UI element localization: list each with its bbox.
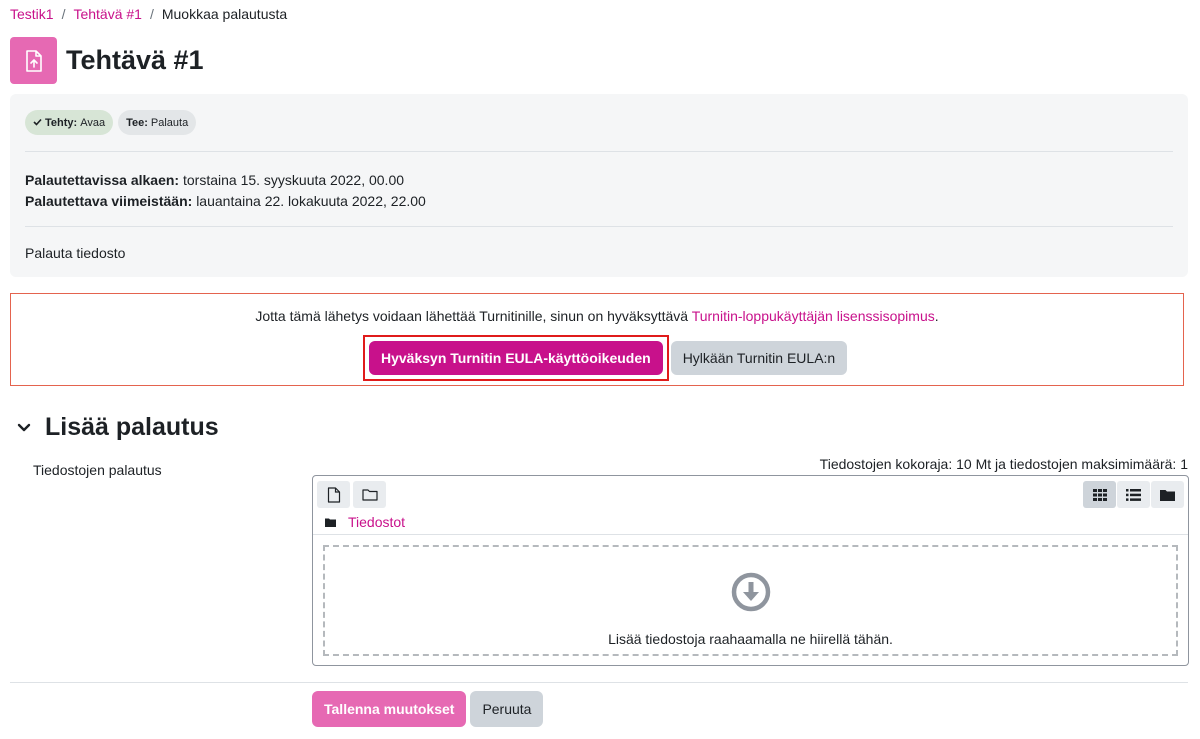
file-limits: Tiedostojen kokoraja: 10 Mt ja tiedostoj… [819, 456, 1188, 472]
tree-view-icon[interactable] [1151, 481, 1184, 508]
eula-link[interactable]: Turnitin-loppukäyttäjän lisenssisopimus [692, 308, 935, 324]
file-manager: Tiedostot Lisää tiedostoja raahaamalla n… [312, 475, 1189, 666]
file-submissions-label: Tiedostojen palautus [33, 462, 162, 478]
decline-eula-button[interactable]: Hylkään Turnitin EULA:n [670, 341, 848, 375]
badge-value: Palauta [150, 116, 189, 129]
completion-badge-viewed: Tehty: Avaa [25, 110, 114, 135]
eula-buttons: Hyväksyn Turnitin EULA-käyttöoikeuden Hy… [363, 335, 848, 381]
create-folder-icon[interactable] [353, 481, 386, 508]
activity-description: Palauta tiedosto [25, 245, 126, 261]
check-icon [33, 117, 42, 129]
breadcrumb-current: Muokkaa palautusta [161, 6, 288, 22]
chevron-down-icon[interactable] [17, 420, 31, 436]
cancel-button[interactable]: Peruuta [470, 691, 544, 727]
divider [25, 226, 1173, 227]
divider [25, 151, 1173, 152]
due-date: Palautettava viimeistään: lauantaina 22.… [25, 191, 426, 212]
eula-message-suffix: . [934, 308, 939, 324]
folder-icon [325, 514, 336, 530]
activity-dates: Palautettavissa alkaen: torstaina 15. sy… [25, 170, 426, 212]
view-switcher [1083, 481, 1184, 508]
badge-value: Avaa [80, 116, 106, 129]
open-date: Palautettavissa alkaen: torstaina 15. sy… [25, 170, 426, 191]
breadcrumb-assignment-link[interactable]: Tehtävä #1 [73, 6, 142, 22]
list-view-icon[interactable] [1117, 481, 1150, 508]
turnitin-eula-box: Jotta tämä lähetys voidaan lähettää Turn… [10, 293, 1184, 386]
accept-highlight: Hyväksyn Turnitin EULA-käyttöoikeuden [363, 335, 669, 381]
activity-information: Tehty: Avaa Tee: Palauta Palautettavissa… [10, 94, 1188, 277]
open-date-value: torstaina 15. syyskuuta 2022, 00.00 [182, 172, 405, 188]
save-changes-button[interactable]: Tallenna muutokset [312, 691, 467, 727]
eula-message-text: Jotta tämä lähetys voidaan lähettää Turn… [255, 308, 692, 324]
due-date-label: Palautettava viimeistään: [25, 193, 193, 209]
section-title: Lisää palautus [45, 413, 219, 441]
divider [313, 534, 1188, 535]
breadcrumb: Testik1 / Tehtävä #1 / Muokkaa palautust… [10, 6, 287, 22]
breadcrumb-separator: / [61, 6, 66, 22]
page-title: Tehtävä #1 [66, 45, 204, 75]
divider [10, 682, 1188, 683]
badge-label: Tee: [126, 116, 148, 129]
breadcrumb-course-link[interactable]: Testik1 [10, 6, 54, 22]
files-folder-link[interactable]: Tiedostot [348, 514, 405, 530]
add-file-icon[interactable] [317, 481, 350, 508]
download-arrow-icon [730, 571, 772, 616]
badge-label: Tehty: [45, 116, 78, 129]
completion-badge-submit: Tee: Palauta [118, 110, 197, 135]
eula-message: Jotta tämä lähetys voidaan lähettää Turn… [11, 308, 1183, 324]
icon-view-icon[interactable] [1083, 481, 1116, 508]
section-header[interactable]: Lisää palautus [17, 413, 219, 442]
file-path: Tiedostot [325, 514, 405, 530]
breadcrumb-separator: / [149, 6, 154, 22]
assignment-upload-icon [10, 37, 57, 84]
accept-eula-button[interactable]: Hyväksyn Turnitin EULA-käyttöoikeuden [369, 341, 663, 375]
file-drop-zone[interactable]: Lisää tiedostoja raahaamalla ne hiirellä… [323, 545, 1178, 656]
drop-instructions: Lisää tiedostoja raahaamalla ne hiirellä… [608, 631, 893, 647]
completion-badges: Tehty: Avaa Tee: Palauta [25, 110, 197, 135]
file-manager-toolbar [317, 481, 386, 508]
due-date-value: lauantaina 22. lokakuuta 2022, 22.00 [196, 193, 426, 209]
open-date-label: Palautettavissa alkaen: [25, 172, 180, 188]
page-header: Tehtävä #1 [10, 37, 204, 84]
form-buttons: Tallenna muutokset Peruuta [312, 691, 544, 727]
